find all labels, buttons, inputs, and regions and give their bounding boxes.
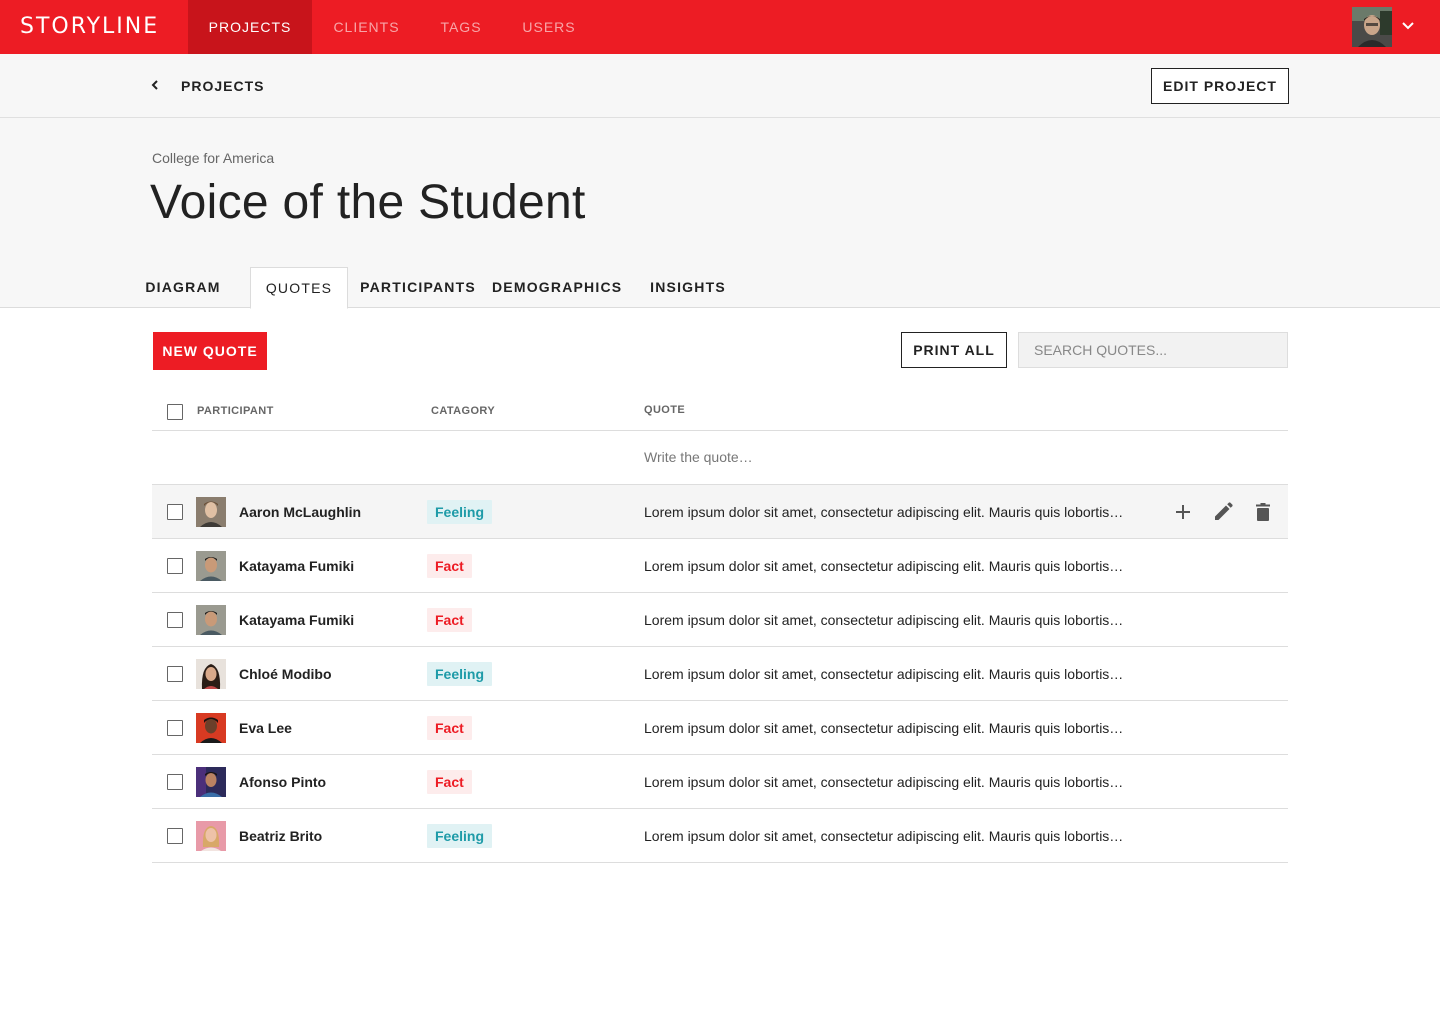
quote-input[interactable] [644,449,1144,465]
print-all-button[interactable]: PRINT ALL [901,332,1007,368]
page-title: Voice of the Student [150,176,586,229]
avatar [196,605,226,635]
new-quote-row [152,431,1288,485]
participant-name[interactable]: Beatriz Brito [239,828,322,844]
nav-item-projects[interactable]: PROJECTS [188,0,312,54]
table-row[interactable]: Beatriz Brito Feeling Lorem ipsum dolor … [152,809,1288,863]
table-row[interactable]: Afonso Pinto Fact Lorem ipsum dolor sit … [152,755,1288,809]
chevron-left-icon[interactable] [148,78,162,92]
nav-item-users[interactable]: USERS [510,0,588,54]
row-checkbox[interactable] [167,828,183,844]
participant-name[interactable]: Eva Lee [239,720,292,736]
search-input[interactable] [1018,332,1288,368]
table-row[interactable]: Katayama Fumiki Fact Lorem ipsum dolor s… [152,593,1288,647]
nav-item-clients[interactable]: CLIENTS [320,0,413,54]
tab-participants[interactable]: PARTICIPANTS [360,267,476,308]
category-badge: Feeling [427,662,493,686]
quote-text[interactable]: Lorem ipsum dolor sit amet, consectetur … [644,612,1134,628]
column-header-category[interactable]: CATAGORY [431,405,495,417]
tab-insights[interactable]: INSIGHTS [644,267,732,308]
column-header-quote[interactable]: QUOTE [644,404,685,416]
category-badge: Fact [427,716,472,740]
column-header-participant[interactable]: PARTICIPANT [197,405,274,417]
category-badge: Feeling [427,824,493,848]
category-badge: Fact [427,608,472,632]
row-checkbox[interactable] [167,504,183,520]
quotes-table: PARTICIPANT CATAGORY QUOTE Aaron McLaugh… [152,392,1288,863]
row-checkbox[interactable] [167,720,183,736]
category-badge: Fact [427,770,472,794]
quote-text[interactable]: Lorem ipsum dolor sit amet, consectetur … [644,774,1134,790]
avatar [196,659,226,689]
quote-text[interactable]: Lorem ipsum dolor sit amet, consectetur … [644,558,1134,574]
select-all-checkbox[interactable] [167,404,183,420]
tab-demographics[interactable]: DEMOGRAPHICS [492,267,622,308]
table-row[interactable]: Katayama Fumiki Fact Lorem ipsum dolor s… [152,539,1288,593]
participant-name[interactable]: Afonso Pinto [239,774,326,790]
tab-quotes[interactable]: QUOTES [250,267,348,309]
table-row[interactable]: Eva Lee Fact Lorem ipsum dolor sit amet,… [152,701,1288,755]
nav-item-tags[interactable]: TAGS [426,0,496,54]
avatar [196,821,226,851]
trash-icon[interactable] [1250,499,1276,525]
participant-name[interactable]: Katayama Fumiki [239,558,354,574]
pencil-icon[interactable] [1210,499,1236,525]
quote-text[interactable]: Lorem ipsum dolor sit amet, consectetur … [644,504,1134,520]
new-quote-button[interactable]: NEW QUOTE [153,332,267,370]
row-checkbox[interactable] [167,612,183,628]
project-header: College for America Voice of the Student… [0,118,1440,309]
tab-diagram[interactable]: DIAGRAM [140,267,226,308]
row-checkbox[interactable] [167,774,183,790]
row-actions [1168,499,1278,525]
participant-name[interactable]: Aaron McLaughlin [239,504,361,520]
client-name: College for America [152,150,275,166]
edit-project-button[interactable]: EDIT PROJECT [1151,68,1289,104]
top-navbar: STORYLINE PROJECTS CLIENTS TAGS USERS [0,0,1440,54]
breadcrumb[interactable]: PROJECTS [181,78,264,94]
table-row[interactable]: Chloé Modibo Feeling Lorem ipsum dolor s… [152,647,1288,701]
table-row[interactable]: Aaron McLaughlin Feeling Lorem ipsum dol… [152,485,1288,539]
app-logo[interactable]: STORYLINE [20,14,159,40]
avatar [196,713,226,743]
quote-text[interactable]: Lorem ipsum dolor sit amet, consectetur … [644,720,1134,736]
chevron-down-icon[interactable] [1400,18,1416,34]
participant-name[interactable]: Chloé Modibo [239,666,332,682]
avatar [196,767,226,797]
row-checkbox[interactable] [167,558,183,574]
quote-text[interactable]: Lorem ipsum dolor sit amet, consectetur … [644,828,1134,844]
avatar [196,497,226,527]
subheader-bar: PROJECTS EDIT PROJECT [0,54,1440,118]
row-checkbox[interactable] [167,666,183,682]
quote-text[interactable]: Lorem ipsum dolor sit amet, consectetur … [644,666,1134,682]
plus-icon[interactable] [1170,499,1196,525]
table-header: PARTICIPANT CATAGORY QUOTE [152,392,1288,431]
avatar [196,551,226,581]
category-badge: Fact [427,554,472,578]
user-avatar[interactable] [1352,7,1392,47]
category-badge: Feeling [427,500,493,524]
participant-name[interactable]: Katayama Fumiki [239,612,354,628]
